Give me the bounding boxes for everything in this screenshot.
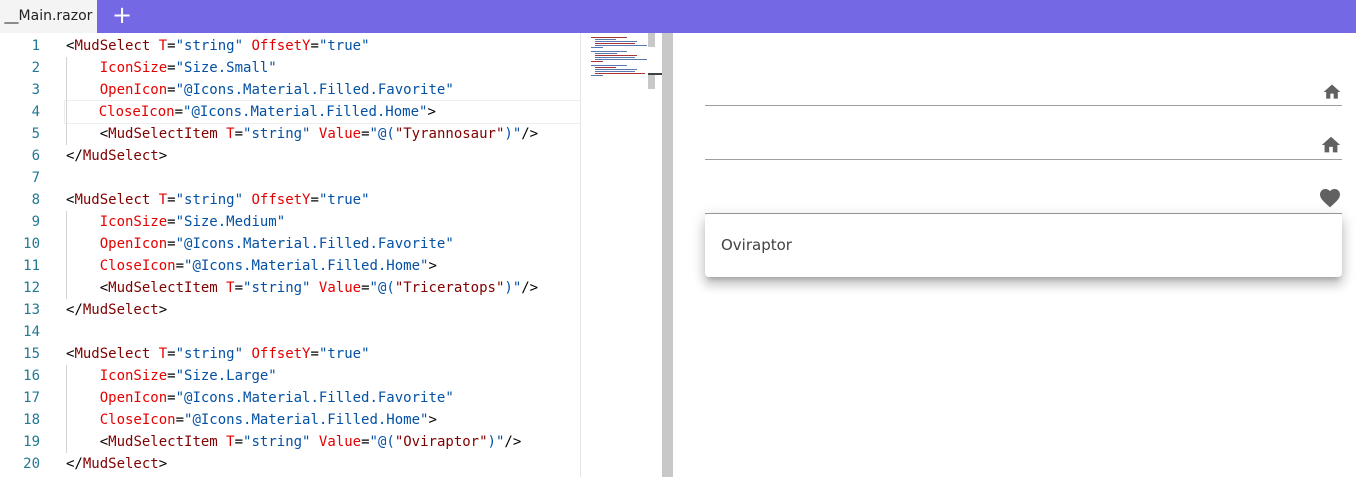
select-medium[interactable]: [705, 132, 1342, 160]
indent-guide: [66, 365, 67, 453]
line-number: 7: [31, 170, 40, 186]
code-line[interactable]: CloseIcon="@Icons.Material.Filled.Home">: [64, 100, 581, 124]
indent-guide: [66, 57, 67, 145]
line-number: 6: [31, 148, 40, 164]
minimap-line: [594, 41, 637, 42]
tab-main-razor[interactable]: __Main.razor: [0, 0, 97, 33]
minimap-line: [591, 37, 627, 38]
code-area[interactable]: <MudSelect T="string" OffsetY="true" Ico…: [64, 35, 581, 475]
minimap-line: [594, 59, 647, 60]
minimap-line: [594, 55, 637, 56]
code-line[interactable]: CloseIcon="@Icons.Material.Filled.Home">: [66, 409, 580, 431]
minimap-line: [594, 53, 617, 54]
minimap-line: [591, 51, 627, 52]
line-number: 3: [31, 82, 40, 98]
option-oviraptor[interactable]: Oviraptor: [705, 214, 1342, 277]
minimap-line: [591, 61, 603, 62]
code-line[interactable]: [66, 167, 580, 189]
code-line[interactable]: </MudSelect>: [66, 453, 580, 475]
indent-guide: [66, 211, 67, 299]
line-number: 1: [31, 38, 40, 54]
favorite-icon[interactable]: [1318, 186, 1342, 210]
minimap-line: [591, 65, 627, 66]
line-number: 8: [31, 192, 40, 208]
code-line[interactable]: <MudSelect T="string" OffsetY="true": [66, 189, 580, 211]
select-small[interactable]: [705, 78, 1342, 106]
add-tab-button[interactable]: +: [110, 3, 134, 28]
top-tab-bar: __Main.razor +: [0, 0, 1356, 33]
line-number: 9: [31, 214, 40, 230]
code-line[interactable]: IconSize="Size.Medium": [66, 211, 580, 233]
select-popover: Oviraptor: [705, 214, 1342, 277]
code-editor[interactable]: 1 2 3 4 5 6 7 8 9 10 11 12 13 14 15 16 17 18 19 20 <MudSele…: [0, 33, 648, 477]
code-line[interactable]: OpenIcon="@Icons.Material.Filled.Favorit…: [66, 79, 580, 101]
code-line[interactable]: <MudSelectItem T="string" Value="@("Tyra…: [66, 123, 580, 145]
line-number: 5: [31, 126, 40, 142]
code-line[interactable]: IconSize="Size.Large": [66, 365, 580, 387]
minimap-line: [594, 57, 635, 58]
line-number: 10: [23, 236, 40, 252]
code-line[interactable]: <MudSelect T="string" OffsetY="true": [66, 343, 580, 365]
line-number: 17: [23, 390, 40, 406]
code-line[interactable]: OpenIcon="@Icons.Material.Filled.Favorit…: [66, 233, 580, 255]
minimap-line: [594, 39, 616, 40]
minimap-line: [591, 47, 603, 48]
line-number: 13: [23, 302, 40, 318]
editor-cursor-marker: [648, 73, 662, 75]
line-number: 19: [23, 434, 40, 450]
pane-splitter[interactable]: [662, 33, 673, 477]
minimap[interactable]: [580, 33, 648, 477]
home-icon[interactable]: [1320, 134, 1342, 156]
editor-scrollbar-marker[interactable]: [648, 73, 655, 89]
line-number: 20: [23, 456, 40, 472]
code-line[interactable]: <MudSelect T="string" OffsetY="true": [66, 35, 580, 57]
code-line[interactable]: <MudSelectItem T="string" Value="@("Ovir…: [66, 431, 580, 453]
line-number: 2: [31, 60, 40, 76]
minimap-line: [594, 67, 616, 68]
line-number: 16: [23, 368, 40, 384]
code-line[interactable]: OpenIcon="@Icons.Material.Filled.Favorit…: [66, 387, 580, 409]
minimap-line: [594, 71, 635, 72]
code-line[interactable]: </MudSelect>: [66, 299, 580, 321]
minimap-line: [594, 43, 635, 44]
line-number: 18: [23, 412, 40, 428]
code-line[interactable]: IconSize="Size.Small": [66, 57, 580, 79]
line-number: 11: [23, 258, 40, 274]
editor-scrollbar-thumb[interactable]: [648, 33, 655, 47]
line-number: 12: [23, 280, 40, 296]
code-line[interactable]: [66, 321, 580, 343]
line-number-gutter: 1 2 3 4 5 6 7 8 9 10 11 12 13 14 15 16 17 18 19 20: [0, 35, 48, 475]
line-number: 4: [31, 104, 40, 120]
line-number: 14: [23, 324, 40, 340]
code-line[interactable]: <MudSelectItem T="string" Value="@("Tric…: [66, 277, 580, 299]
select-large[interactable]: [705, 186, 1342, 214]
code-line[interactable]: </MudSelect>: [66, 145, 580, 167]
minimap-line: [594, 45, 647, 46]
code-line[interactable]: CloseIcon="@Icons.Material.Filled.Home">: [66, 255, 580, 277]
minimap-line: [594, 69, 637, 70]
minimap-line: [591, 75, 603, 76]
line-number: 15: [23, 346, 40, 362]
home-icon[interactable]: [1322, 82, 1342, 102]
minimap-line: [594, 73, 645, 74]
preview-pane: Oviraptor: [673, 33, 1356, 477]
